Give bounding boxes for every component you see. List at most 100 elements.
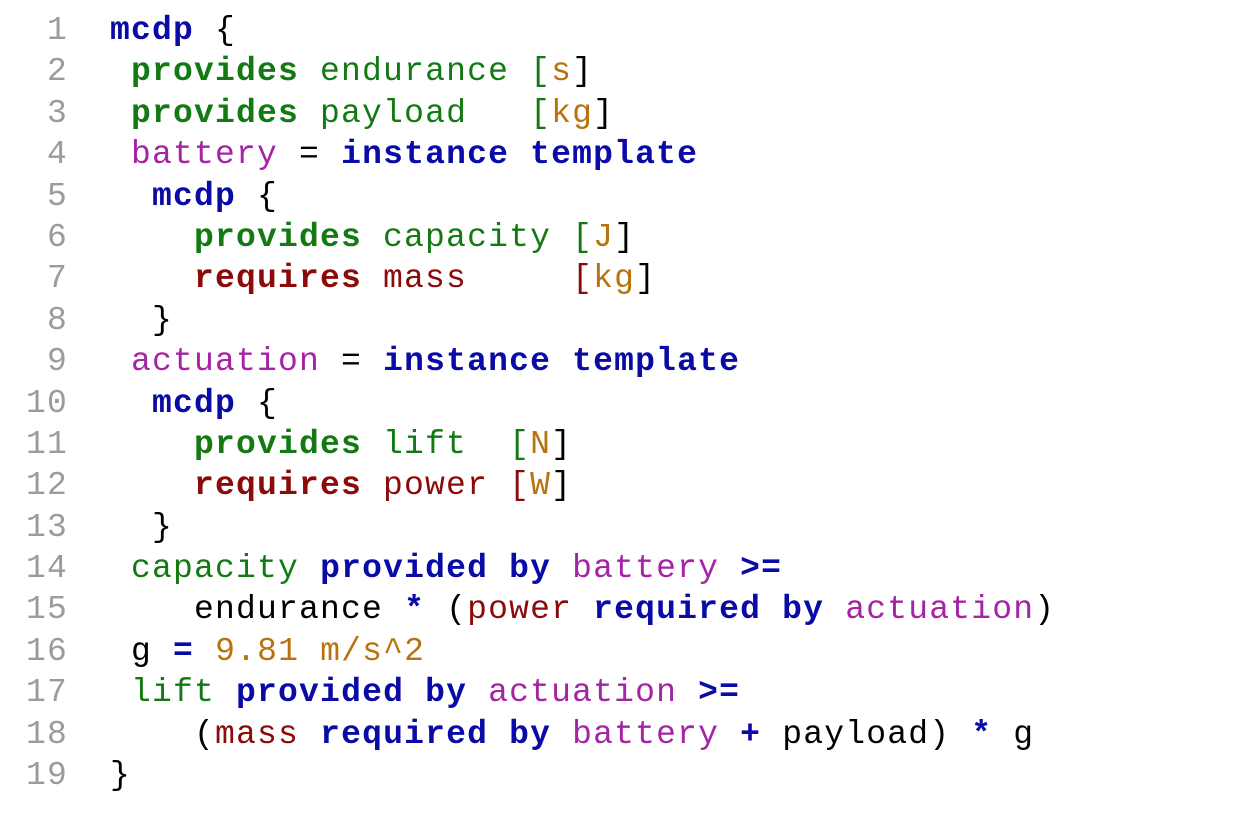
code-token: } xyxy=(152,301,174,339)
line-number: 2 xyxy=(46,53,68,91)
code-token: lift [ xyxy=(362,425,531,463)
line-text: provides capacity [J] xyxy=(110,217,635,258)
line-text: } xyxy=(110,300,173,341)
code-token: ) xyxy=(1034,591,1056,629)
code-token: requires xyxy=(194,260,363,298)
code-token: = xyxy=(320,343,384,381)
code-token: power xyxy=(467,591,573,629)
code-listing: 1 mcdp {2 provides endurance [s] 3 provide… xyxy=(0,10,1250,821)
code-token: instance template xyxy=(341,136,699,174)
code-token: mass [ xyxy=(362,260,594,298)
code-token: payload) xyxy=(761,715,972,753)
code-line: 8 } xyxy=(0,300,1250,341)
code-line: 7 requires mass [kg] xyxy=(0,258,1250,299)
code-token: lift xyxy=(131,674,216,712)
line-number: 12 xyxy=(25,467,68,505)
code-token: required by xyxy=(320,715,552,753)
code-line: 2 provides endurance [s] xyxy=(0,51,1250,92)
line-number: 10 xyxy=(25,384,68,422)
line-number: 14 xyxy=(25,550,68,588)
line-number: 16 xyxy=(25,632,68,670)
line-text: g = 9.81 m/s^2 xyxy=(110,631,425,672)
code-token: provides xyxy=(131,94,300,132)
code-token: ] xyxy=(635,260,657,298)
code-line: 18 (mass required by battery + payload) … xyxy=(0,714,1250,755)
line-number: 19 xyxy=(25,757,68,795)
line-text: } xyxy=(110,507,173,548)
code-line: 12 requires power [W] xyxy=(0,465,1250,506)
code-line: 19} xyxy=(0,755,1250,796)
code-token: provided by xyxy=(236,674,468,712)
code-token: actuation xyxy=(131,343,321,381)
code-line: 16 g = 9.81 m/s^2 xyxy=(0,631,1250,672)
code-line: 17 lift provided by actuation >= xyxy=(0,672,1250,713)
code-token: payload [ xyxy=(299,94,552,132)
code-token: = xyxy=(173,632,195,670)
line-number: 11 xyxy=(25,425,68,463)
code-token: provides xyxy=(194,218,363,256)
line-number: 15 xyxy=(25,591,68,629)
code-token: { xyxy=(236,177,279,215)
code-token: ] xyxy=(572,53,594,91)
code-token: actuation xyxy=(488,674,678,712)
line-number: 18 xyxy=(25,715,68,753)
line-text: lift provided by actuation >= xyxy=(110,672,740,713)
code-token: s xyxy=(551,53,573,91)
code-token: capacity xyxy=(131,550,300,588)
code-token: requires xyxy=(194,467,363,505)
code-token: mcdp xyxy=(152,177,237,215)
code-line: 1 mcdp { xyxy=(0,10,1250,51)
line-number: 4 xyxy=(46,136,68,174)
line-number: 7 xyxy=(46,260,68,298)
line-number: 5 xyxy=(46,177,68,215)
code-line: 10 mcdp { xyxy=(0,383,1250,424)
code-line: 9 actuation = instance template xyxy=(0,341,1250,382)
code-token: battery xyxy=(131,136,279,174)
code-token: W xyxy=(530,467,552,505)
code-token: endurance xyxy=(194,591,384,629)
code-token: mcdp xyxy=(152,384,237,422)
code-token: provided by xyxy=(320,550,552,588)
code-token: * xyxy=(404,591,426,629)
code-token: battery xyxy=(572,715,720,753)
code-line: 13 } xyxy=(0,507,1250,548)
code-token: ] xyxy=(551,467,573,505)
code-token: actuation xyxy=(845,591,1035,629)
line-text: endurance * (power required by actuation… xyxy=(110,589,1055,630)
code-line: 3 provides payload [kg] xyxy=(0,93,1250,134)
code-token: 9.81 m/s^2 xyxy=(194,632,426,670)
line-text: (mass required by battery + payload) * g xyxy=(110,714,1034,755)
code-token: { xyxy=(194,12,237,49)
code-token: power [ xyxy=(362,467,531,505)
line-number: 1 xyxy=(46,12,68,49)
code-token: N xyxy=(530,425,552,463)
line-number: 8 xyxy=(46,301,68,339)
code-token: battery xyxy=(572,550,720,588)
code-token: mcdp xyxy=(110,12,195,49)
code-line: 11 provides lift [N] xyxy=(0,424,1250,465)
line-text: mcdp { xyxy=(110,383,278,424)
line-text: battery = instance template xyxy=(110,134,698,175)
line-number: 6 xyxy=(46,218,68,256)
code-token: { xyxy=(236,384,279,422)
code-token: } xyxy=(110,757,132,795)
code-token: ] xyxy=(551,425,573,463)
code-token: g xyxy=(131,632,153,670)
line-number: 17 xyxy=(25,674,68,712)
code-token: = xyxy=(278,136,342,174)
code-token: kg xyxy=(593,260,636,298)
